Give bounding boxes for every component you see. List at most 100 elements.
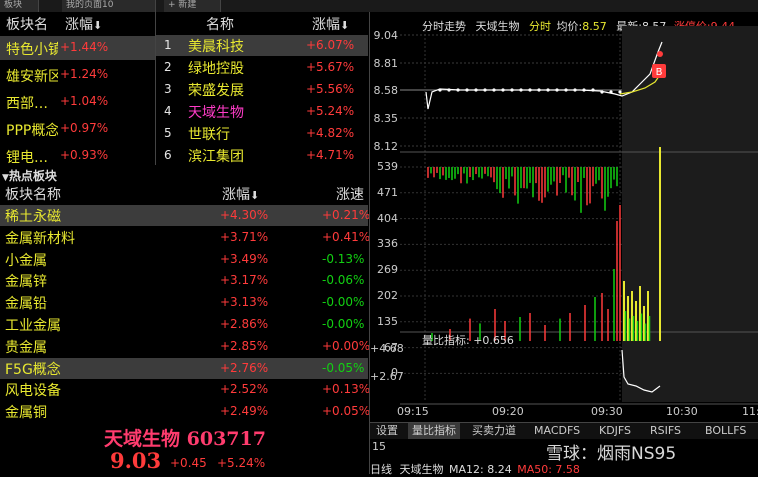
price-dot (474, 88, 478, 92)
hot-name-header[interactable]: 板块名称 (5, 184, 61, 204)
volume-axis-label: 135 (377, 314, 398, 328)
stock-change-header[interactable]: 涨幅⬇ (312, 14, 349, 34)
sector-name: 锂电… (6, 150, 48, 166)
top-stock-panel: 名称 涨幅⬇ 1 美晨科技 +6.07% 2 绿地控股 +5.67% 3 荣盛发展 … (156, 12, 368, 165)
stock-name-header[interactable]: 名称 (206, 14, 234, 34)
sector-change: +0.93% (60, 148, 109, 162)
hot-sector-speed: -0.13% (322, 251, 365, 266)
hot-sector-row[interactable]: F5G概念 +2.76% -0.05% (0, 357, 368, 379)
stock-row[interactable]: 5 世联行 +4.82% (156, 123, 368, 144)
hot-sector-speed: -0.06% (322, 273, 365, 288)
sector-change-header[interactable]: 涨幅⬇ (65, 14, 102, 34)
price-axis-label: 8.81 (373, 57, 399, 70)
price-dot (447, 88, 451, 92)
price-dot (564, 88, 568, 92)
hot-sector-row[interactable]: 小金属 +3.49% -0.13% (0, 249, 368, 270)
hot-sector-row[interactable]: 工业金属 +2.86% -0.00% (0, 314, 368, 335)
sector-name: 雄安新区 (6, 69, 58, 85)
tab-settings[interactable]: 设置 (372, 423, 402, 439)
stock-rank: 5 (164, 126, 172, 140)
tab-bollfs[interactable]: BOLLFS (701, 423, 750, 439)
stock-rank: 1 (164, 38, 172, 52)
price-marker (657, 51, 663, 57)
tab-sector[interactable]: 板块 (0, 0, 39, 12)
time-axis-label: 09:30 (591, 405, 623, 418)
tab-volume-ratio[interactable]: 量比指标 (408, 423, 460, 439)
time-axis-label: 09:20 (492, 405, 524, 418)
sector-change: +1.24% (60, 67, 109, 81)
sector-change: +0.97% (60, 121, 109, 135)
ratio-indicator-title: 量比指标: +0.656 (422, 332, 514, 348)
sector-name: 西部… (6, 96, 48, 112)
price-dot (537, 88, 541, 92)
tab-new[interactable]: + 新建 (164, 0, 221, 12)
quote-title[interactable]: 天域生物 603717 (104, 424, 266, 451)
stock-name: 绿地控股 (188, 61, 244, 77)
price-dot (528, 88, 532, 92)
hot-sector-row[interactable]: 风电设备 +2.52% +0.13% (0, 379, 371, 400)
hot-sector-row[interactable]: 金属铜 +2.49% +0.05% (0, 401, 370, 422)
sector-row[interactable]: 锂电… +0.93% (0, 144, 155, 168)
hot-sector-name: 金属新材料 (5, 230, 75, 247)
stock-rank: 3 (164, 82, 172, 96)
sector-row[interactable]: 西部… +1.04% (0, 90, 155, 114)
stock-rank: 4 (164, 104, 172, 118)
hot-sector-change: +2.85% (220, 338, 269, 353)
stock-row[interactable]: 3 荣盛发展 +5.56% (156, 79, 368, 100)
sector-row[interactable]: PPP概念 +0.97% (0, 117, 155, 141)
hot-sector-change: +4.30% (220, 208, 269, 222)
hot-sector-change: +3.17% (220, 273, 269, 288)
sector-name-header[interactable]: 板块名 (6, 14, 48, 34)
stock-name: 美晨科技 (188, 39, 244, 55)
hot-sector-row[interactable]: 贵金属 +2.85% +0.00% (0, 336, 371, 357)
sector-name: PPP概念 (6, 123, 58, 139)
hot-sector-name: 金属铜 (5, 405, 47, 422)
price-axis-label: 9.04 (373, 29, 399, 42)
stock-change: +5.56% (306, 82, 355, 96)
price-dot (600, 90, 604, 94)
time-axis-label: 10:30 (666, 405, 698, 418)
quote-box: 天域生物 603717 9.03 +0.45 +5.24% (0, 424, 368, 474)
hot-sector-name: 工业金属 (5, 318, 61, 334)
hot-sector-row[interactable]: 金属新材料 +3.71% +0.41% (0, 227, 370, 248)
hot-sector-speed: +0.13% (322, 382, 371, 397)
stock-name: 天域生物 (188, 105, 244, 121)
price-dot (609, 90, 613, 94)
stock-change: +4.71% (306, 148, 355, 162)
hot-change-header[interactable]: 涨幅⬇ (222, 184, 259, 204)
sector-change: +1.04% (60, 94, 109, 108)
hot-sector-name: F5G概念 (5, 361, 61, 378)
tab-buy-sell-force[interactable]: 买卖力道 (468, 423, 520, 439)
price-dot (519, 88, 523, 92)
stock-row[interactable]: 1 美晨科技 +6.07% (156, 35, 368, 56)
hot-sector-speed: +0.00% (322, 338, 371, 353)
time-axis-label: 09:15 (397, 405, 429, 418)
sector-row[interactable]: 特色小镇 +1.44% (0, 36, 155, 60)
top-sector-panel: 板块名 涨幅⬇ 特色小镇 +1.44% 雄安新区 +1.24% 西部… +1.04%… (0, 12, 155, 168)
stock-change: +5.24% (306, 104, 355, 118)
volume-axis-label: 202 (377, 289, 398, 302)
ratio-value: +0.656 (473, 334, 514, 347)
hot-sector-panel: ▼热点板块 板块名称 涨幅⬇ 涨速 稀土永磁 +4.30% +0.21% 金属新材… (0, 166, 371, 424)
stock-row[interactable]: 6 滨江集团 +4.71% (156, 145, 368, 166)
stock-change-header-label: 涨幅 (312, 17, 340, 33)
stock-row[interactable]: 2 绿地控股 +5.67% (156, 57, 368, 78)
sector-row[interactable]: 雄安新区 +1.24% (0, 63, 155, 87)
hot-sector-row[interactable]: 金属锌 +3.17% -0.06% (0, 270, 368, 291)
price-dot (582, 88, 586, 92)
price-dot (546, 88, 550, 92)
tab-kdjfs[interactable]: KDJFS (595, 423, 635, 439)
hot-sector-row[interactable]: 金属铅 +3.13% -0.00% (0, 292, 368, 313)
stock-row[interactable]: 4 天域生物 +5.24% (156, 101, 368, 122)
hot-speed-header[interactable]: 涨速 (336, 184, 364, 204)
hot-sector-name: 金属铅 (5, 296, 47, 313)
hot-sector-name: 金属锌 (5, 274, 47, 291)
daily-stock: 天域生物 (399, 463, 444, 476)
tab-rsifs[interactable]: RSIFS (646, 423, 685, 439)
stock-name: 荣盛发展 (188, 83, 244, 99)
price-dot (591, 88, 595, 92)
stock-name: 滨江集团 (188, 149, 244, 165)
tab-my-page[interactable]: 我的页面10 (62, 0, 156, 12)
hot-sector-row[interactable]: 稀土永磁 +4.30% +0.21% (0, 205, 370, 226)
tab-macdfs[interactable]: MACDFS (530, 423, 584, 439)
